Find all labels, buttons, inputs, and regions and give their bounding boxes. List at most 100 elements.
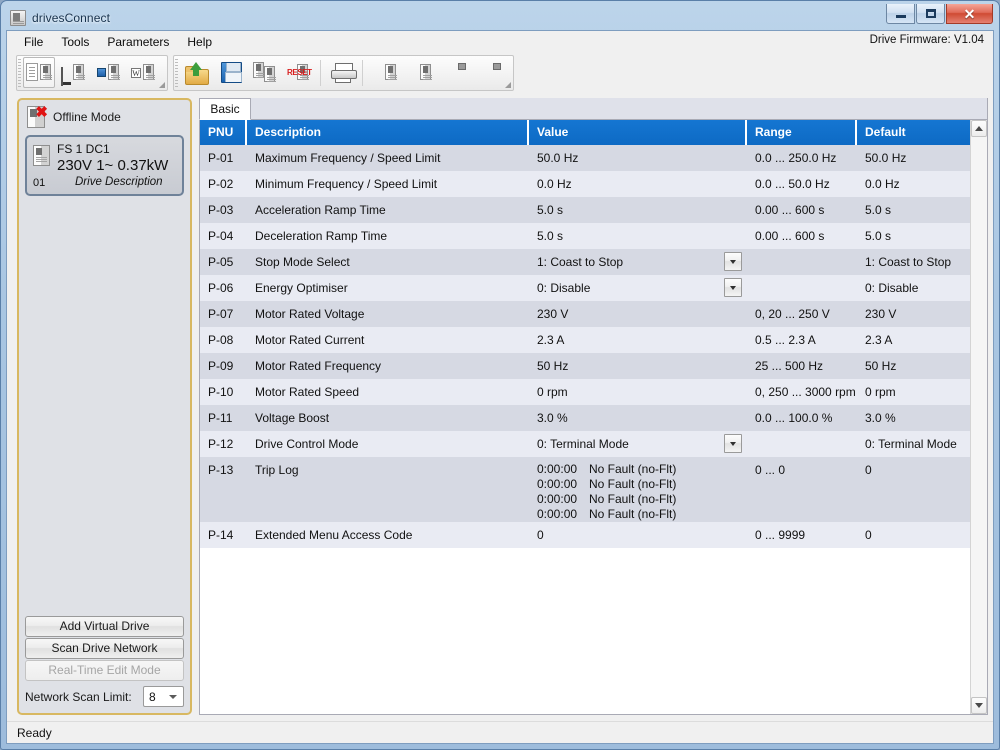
open-button[interactable] [180,57,212,88]
copy-parameters-button[interactable] [250,57,282,88]
offline-mode-row[interactable]: ✖ Offline Mode [19,100,190,135]
scope-drive-button[interactable] [93,57,125,88]
printer-icon [331,62,357,83]
table-row[interactable]: P-11 Voltage Boost 3.0 % 0.0 ... 100.0 % 3.0… [200,405,970,431]
value-dropdown-button[interactable] [724,278,742,297]
cell-description: Deceleration Ramp Time [255,229,388,243]
table-row[interactable]: P-05 Stop Mode Select 1: Coast to Stop 1: C… [200,249,970,275]
reset-parameters-button[interactable]: RESET [285,57,317,88]
chevron-up-icon [975,126,983,131]
cell-default: 0 rpm [865,385,896,399]
cell-range: 25 ... 500 Hz [755,359,824,373]
table-row[interactable]: P-04 Deceleration Ramp Time 5.0 s 0.00 ... … [200,223,970,249]
cell-default: 0: Terminal Mode [865,437,957,451]
write-to-drive-button[interactable] [404,57,436,88]
maximize-button[interactable] [916,4,945,24]
add-virtual-drive-button[interactable]: Add Virtual Drive [25,616,184,637]
table-row[interactable]: P-12 Drive Control Mode 0: Terminal Mode 0:… [200,431,970,457]
cell-pnu: P-01 [208,151,234,165]
column-header-default[interactable]: Default [857,120,970,145]
window-controls: ✕ [886,4,993,24]
cell-default: 0.0 Hz [865,177,900,191]
trip-log-time: 0:00:00 [537,462,578,476]
cell-pnu: P-11 [208,411,233,425]
scan-drive-network-button[interactable]: Scan Drive Network [25,638,184,659]
column-header-pnu[interactable]: PNU [200,120,247,145]
reset-drive-icon: RESET [287,62,314,84]
value-dropdown-button[interactable] [724,252,742,271]
save-button[interactable] [215,57,247,88]
cell-pnu: P-06 [208,281,234,295]
cell-description: Motor Rated Voltage [255,307,365,321]
compare-view-button[interactable] [23,57,55,88]
toolbar-file-group: RESET [173,54,514,91]
green-arrow-usb-icon [442,62,468,84]
cell-range: 0.00 ... 600 s [755,203,825,217]
cell-value: 230 V [537,307,569,321]
close-button[interactable]: ✕ [946,4,993,24]
table-row[interactable]: P-03 Acceleration Ramp Time 5.0 s 0.00 ... … [200,197,970,223]
read-from-drive-button[interactable] [369,57,401,88]
menu-item-parameters[interactable]: Parameters [98,33,178,51]
drive-list-item[interactable]: FS 1 DC1 230V 1~ 0.37kW Drive Descriptio… [25,135,184,196]
wizard-drive-button[interactable]: W [128,57,160,88]
cell-description: Stop Mode Select [255,255,350,269]
network-scan-limit-label: Network Scan Limit: [25,689,132,704]
minimize-button[interactable] [886,4,915,24]
print-button[interactable] [327,57,359,88]
red-right-arrow-drive-icon [407,62,433,84]
network-scan-limit-select[interactable]: 8 [143,686,184,707]
read-from-usb-button[interactable] [439,57,471,88]
real-time-edit-mode-button[interactable]: Real-Time Edit Mode [25,660,184,681]
cell-pnu: P-12 [208,437,234,451]
column-header-range[interactable]: Range [747,120,857,145]
cell-value: 0 rpm [537,385,568,399]
write-to-usb-button[interactable] [474,57,506,88]
monitor-drive-button[interactable] [58,57,90,88]
close-icon: ✕ [963,5,976,22]
menu-item-tools[interactable]: Tools [52,33,98,51]
reset-label: RESET [287,67,312,77]
drive-description-label: Drive Description [75,176,163,188]
table-row[interactable]: P-13 Trip Log 0:00:00 No Fault (no-Flt) 0:00… [200,457,970,522]
table-row[interactable]: P-08 Motor Rated Current 2.3 A 0.5 ... 2.3 … [200,327,970,353]
scrollbar-track[interactable] [971,137,987,697]
cell-description: Motor Rated Frequency [255,359,382,373]
table-header-row: PNU Description Value Range Default [200,120,970,145]
cell-default: 5.0 s [865,203,892,217]
table-row[interactable]: P-02 Minimum Frequency / Speed Limit 0.0 H… [200,171,970,197]
table-row[interactable]: P-01 Maximum Frequency / Speed Limit 50.0 … [200,145,970,171]
cell-value: 0: Disable [529,275,747,301]
scroll-down-button[interactable] [971,697,987,714]
cell-default: 230 V [865,307,897,321]
table-row[interactable]: P-09 Motor Rated Frequency 50 Hz 25 ... 500… [200,353,970,379]
value-dropdown-button[interactable] [724,434,742,453]
table-row[interactable]: P-10 Motor Rated Speed 0 rpm 0, 250 ... 300… [200,379,970,405]
status-bar: Ready [7,721,993,743]
cell-default: 0: Disable [865,281,919,295]
network-scan-limit-value: 8 [149,689,156,704]
trip-log-time: 0:00:00 [537,492,578,506]
toolbar: W RESET [7,52,993,93]
two-page-compare-icon [26,62,52,84]
column-header-description[interactable]: Description [247,120,529,145]
table-row[interactable]: P-14 Extended Menu Access Code 0 0 ... 9999… [200,522,970,548]
cell-value: 0 [537,528,544,542]
application-window: drivesConnect ✕ File Tools Parameters He… [0,0,1000,750]
table-row[interactable]: P-07 Motor Rated Voltage 230 V 0, 20 ... 25… [200,301,970,327]
table-row[interactable]: P-06 Energy Optimiser 0: Disable 0: Disable [200,275,970,301]
menu-item-help[interactable]: Help [178,33,221,51]
trip-log-entry: 0:00:00 No Fault (no-Flt) [537,492,741,507]
menu-item-file[interactable]: File [15,33,52,51]
tab-basic[interactable]: Basic [199,98,251,120]
trip-log-time: 0:00:00 [537,477,578,491]
cell-value: 0.0 Hz [537,177,572,191]
scroll-up-button[interactable] [971,120,987,137]
window-title: drivesConnect [32,10,111,25]
trip-log-entry: 0:00:00 No Fault (no-Flt) [537,462,741,477]
column-header-value[interactable]: Value [529,120,747,145]
table-vertical-scrollbar[interactable] [970,120,987,714]
drive-icon [10,9,26,26]
parameter-table: PNU Description Value Range Default P-01… [200,120,970,714]
cell-description: Drive Control Mode [255,437,359,451]
